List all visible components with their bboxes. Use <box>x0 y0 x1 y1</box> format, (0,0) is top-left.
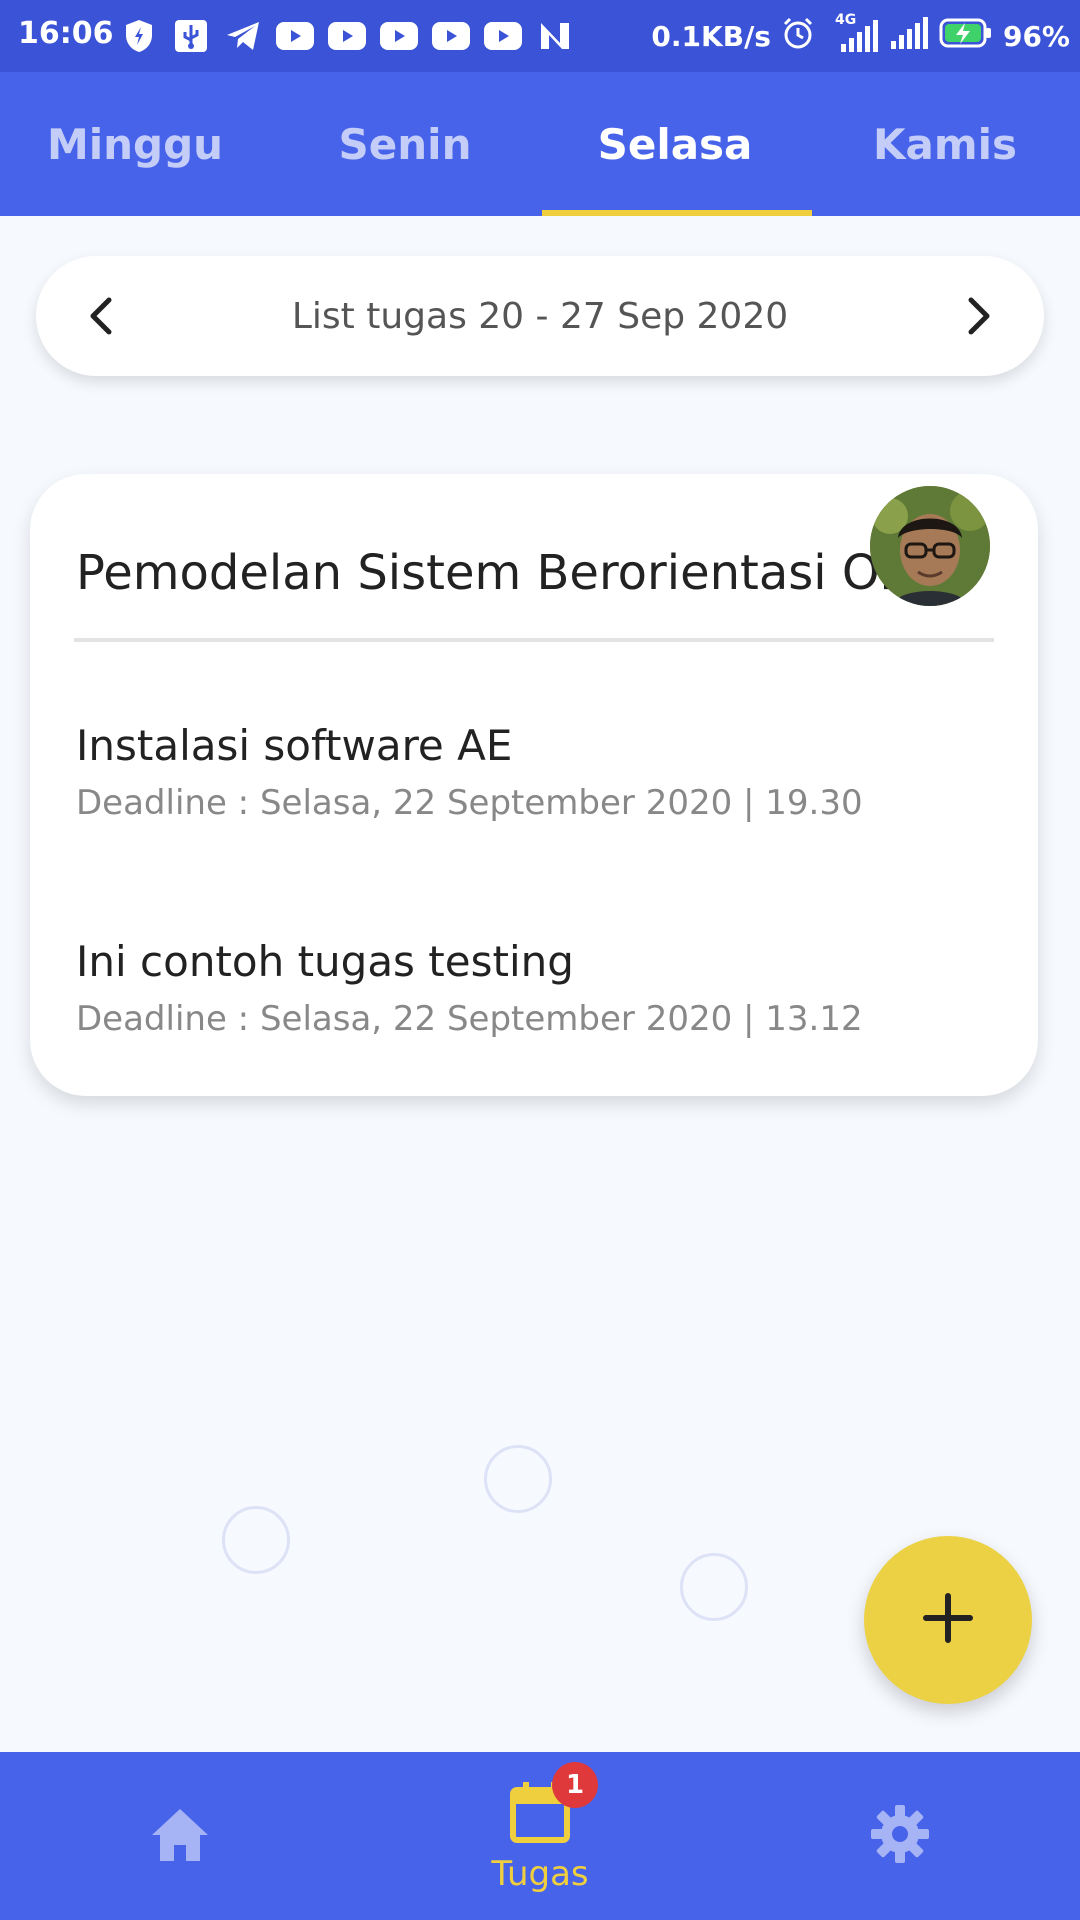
task-deadline: Deadline : Selasa, 22 September 2020 | 1… <box>76 999 863 1039</box>
youtube-icon <box>378 18 420 54</box>
usb-icon <box>170 18 212 54</box>
task-item[interactable]: Ini contoh tugas testing Deadline : Sela… <box>76 932 976 1046</box>
shield-icon <box>118 18 160 54</box>
n-icon <box>534 18 576 54</box>
bottom-navigation: 1 Tugas <box>0 1752 1080 1920</box>
task-deadline: Deadline : Selasa, 22 September 2020 | 1… <box>76 783 863 823</box>
course-title: Pemodelan Sistem Berorientasi Objek <box>76 545 896 601</box>
decorative-circle <box>222 1506 290 1574</box>
status-right: 0.1KB/s 4G 96% <box>651 12 1070 58</box>
week-range-label: List tugas 20 - 27 Sep 2020 <box>291 295 789 337</box>
signal-icon <box>889 15 929 58</box>
youtube-icon <box>274 18 316 54</box>
status-bar: 16:06 0.1KB/s 4G 96% <box>0 0 1080 72</box>
decorative-circle <box>484 1445 552 1513</box>
network-speed: 0.1KB/s <box>651 19 771 53</box>
signal-icon: 4G <box>825 12 879 54</box>
battery-charging-icon <box>939 17 993 56</box>
task-title: Instalasi software AE <box>76 721 513 770</box>
nav-tugas-label: Tugas <box>491 1854 589 1894</box>
nav-settings[interactable] <box>840 1752 960 1920</box>
notification-icons <box>118 16 576 56</box>
notification-badge: 1 <box>552 1762 598 1808</box>
nav-home[interactable] <box>120 1752 240 1920</box>
course-card[interactable]: Pemodelan Sistem Berorientasi Objek Inst… <box>30 474 1038 1096</box>
plus-icon <box>922 1592 974 1648</box>
chevron-left-icon[interactable] <box>72 286 132 346</box>
gear-icon <box>869 1803 931 1869</box>
active-tab-indicator <box>542 210 812 216</box>
card-divider <box>74 638 994 642</box>
tab-selasa[interactable]: Selasa <box>540 72 810 216</box>
day-tabbar: Minggu Senin Selasa Kamis <box>0 72 1080 216</box>
tab-senin[interactable]: Senin <box>270 72 540 216</box>
youtube-icon <box>430 18 472 54</box>
alarm-icon <box>781 16 815 57</box>
youtube-icon <box>326 18 368 54</box>
battery-percent: 96% <box>1002 19 1070 53</box>
tab-kamis[interactable]: Kamis <box>810 72 1080 216</box>
task-title: Ini contoh tugas testing <box>76 937 574 986</box>
tab-minggu[interactable]: Minggu <box>0 72 270 216</box>
task-item[interactable]: Instalasi software AE Deadline : Selasa,… <box>76 716 976 830</box>
week-navigator: List tugas 20 - 27 Sep 2020 <box>36 256 1044 376</box>
telegram-icon <box>222 18 264 54</box>
home-icon <box>148 1805 212 1867</box>
avatar <box>870 486 990 606</box>
status-time: 16:06 <box>18 16 114 51</box>
decorative-circle <box>680 1553 748 1621</box>
youtube-icon <box>482 18 524 54</box>
chevron-right-icon[interactable] <box>948 286 1008 346</box>
nav-tugas[interactable]: 1 Tugas <box>440 1752 640 1920</box>
add-task-button[interactable] <box>864 1536 1032 1704</box>
